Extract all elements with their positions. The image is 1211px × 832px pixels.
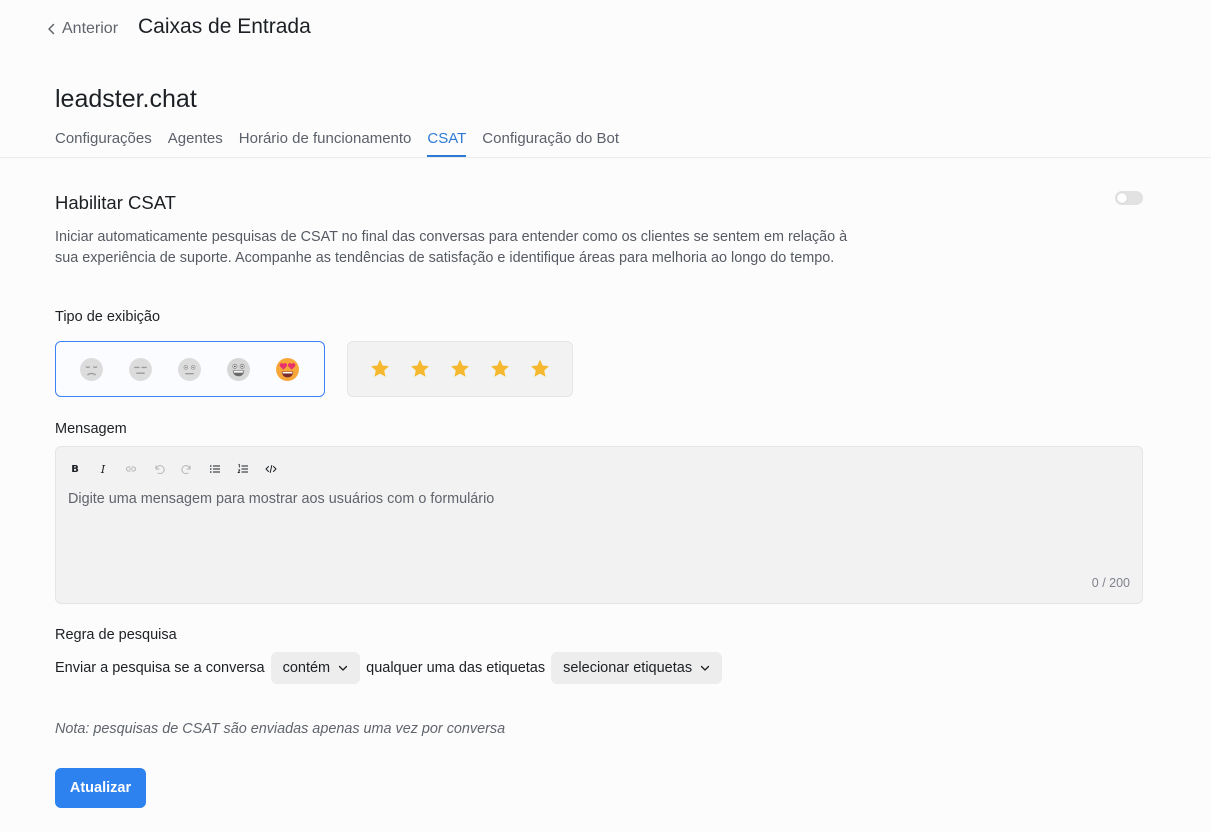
- star-icon: [451, 359, 469, 377]
- expressionless-face-icon: [129, 357, 152, 381]
- italic-icon: I: [100, 462, 106, 476]
- code-icon: [265, 465, 277, 473]
- bullet-list-button[interactable]: [207, 461, 223, 477]
- chevron-left-icon: [48, 23, 55, 35]
- labels-select[interactable]: selecionar etiquetas: [551, 652, 723, 684]
- page-title: Caixas de Entrada: [138, 15, 311, 38]
- heart-eyes-face-icon: [276, 357, 299, 381]
- tab-csat[interactable]: CSAT: [427, 128, 466, 157]
- tab-configuracoes[interactable]: Configurações: [55, 128, 152, 157]
- enable-csat-toggle[interactable]: [1115, 191, 1143, 205]
- editor-toolbar: B I: [67, 461, 279, 477]
- bold-icon: B: [71, 463, 79, 475]
- chevron-down-icon: [338, 665, 348, 671]
- character-count: 0 / 200: [1091, 576, 1130, 590]
- bold-button[interactable]: B: [67, 461, 83, 477]
- star-icon: [491, 359, 509, 377]
- display-type-label: Tipo de exibição: [55, 309, 161, 325]
- emoji-display-option[interactable]: [55, 341, 325, 397]
- labels-placeholder: selecionar etiquetas: [563, 660, 693, 676]
- rule-prefix-text: Enviar a pesquisa se a conversa: [55, 660, 265, 676]
- csat-section-title: Habilitar CSAT: [55, 192, 176, 213]
- tab-horario[interactable]: Horário de funcionamento: [239, 128, 412, 157]
- bullet-list-icon: [210, 465, 220, 473]
- settings-tabs: Configurações Agentes Horário de funcion…: [55, 128, 619, 157]
- tab-configuracao-bot[interactable]: Configuração do Bot: [482, 128, 619, 157]
- tabs-divider: [0, 157, 1211, 158]
- code-button[interactable]: [263, 461, 279, 477]
- star-display-option[interactable]: [347, 341, 573, 397]
- tab-agentes[interactable]: Agentes: [168, 128, 223, 157]
- disappointed-face-icon: [80, 357, 103, 381]
- update-button[interactable]: Atualizar: [55, 768, 146, 808]
- toggle-knob: [1117, 193, 1127, 203]
- star-icon: [371, 359, 389, 377]
- grinning-face-icon: [227, 357, 250, 381]
- redo-icon: [181, 465, 191, 475]
- undo-button[interactable]: [151, 461, 167, 477]
- operator-value: contém: [282, 660, 331, 676]
- back-link[interactable]: Anterior: [47, 18, 118, 40]
- back-label: Anterior: [62, 20, 119, 37]
- inbox-name: leadster.chat: [55, 85, 197, 113]
- neutral-face-icon: [178, 357, 201, 381]
- numbered-list-icon: [237, 463, 248, 473]
- star-icon: [531, 359, 549, 377]
- undo-icon: [155, 465, 165, 475]
- chevron-down-icon: [700, 665, 710, 671]
- survey-rule-row: Enviar a pesquisa se a conversa contém q…: [55, 652, 723, 684]
- numbered-list-button[interactable]: [235, 461, 251, 477]
- message-label: Mensagem: [55, 421, 127, 437]
- survey-rule-label: Regra de pesquisa: [55, 627, 177, 643]
- message-input[interactable]: Digite uma mensagem para mostrar aos usu…: [68, 491, 1118, 507]
- redo-button[interactable]: [179, 461, 195, 477]
- italic-button[interactable]: I: [95, 461, 111, 477]
- link-icon: [126, 466, 136, 472]
- operator-select[interactable]: contém: [270, 652, 361, 684]
- csat-note: Nota: pesquisas de CSAT são enviadas ape…: [55, 721, 506, 737]
- message-editor: B I Digite uma mensagem para mostrar aos…: [55, 446, 1143, 604]
- rule-middle-text: qualquer uma das etiquetas: [366, 660, 546, 676]
- link-button[interactable]: [123, 461, 139, 477]
- star-icon: [411, 359, 429, 377]
- csat-description: Iniciar automaticamente pesquisas de CSA…: [55, 229, 848, 266]
